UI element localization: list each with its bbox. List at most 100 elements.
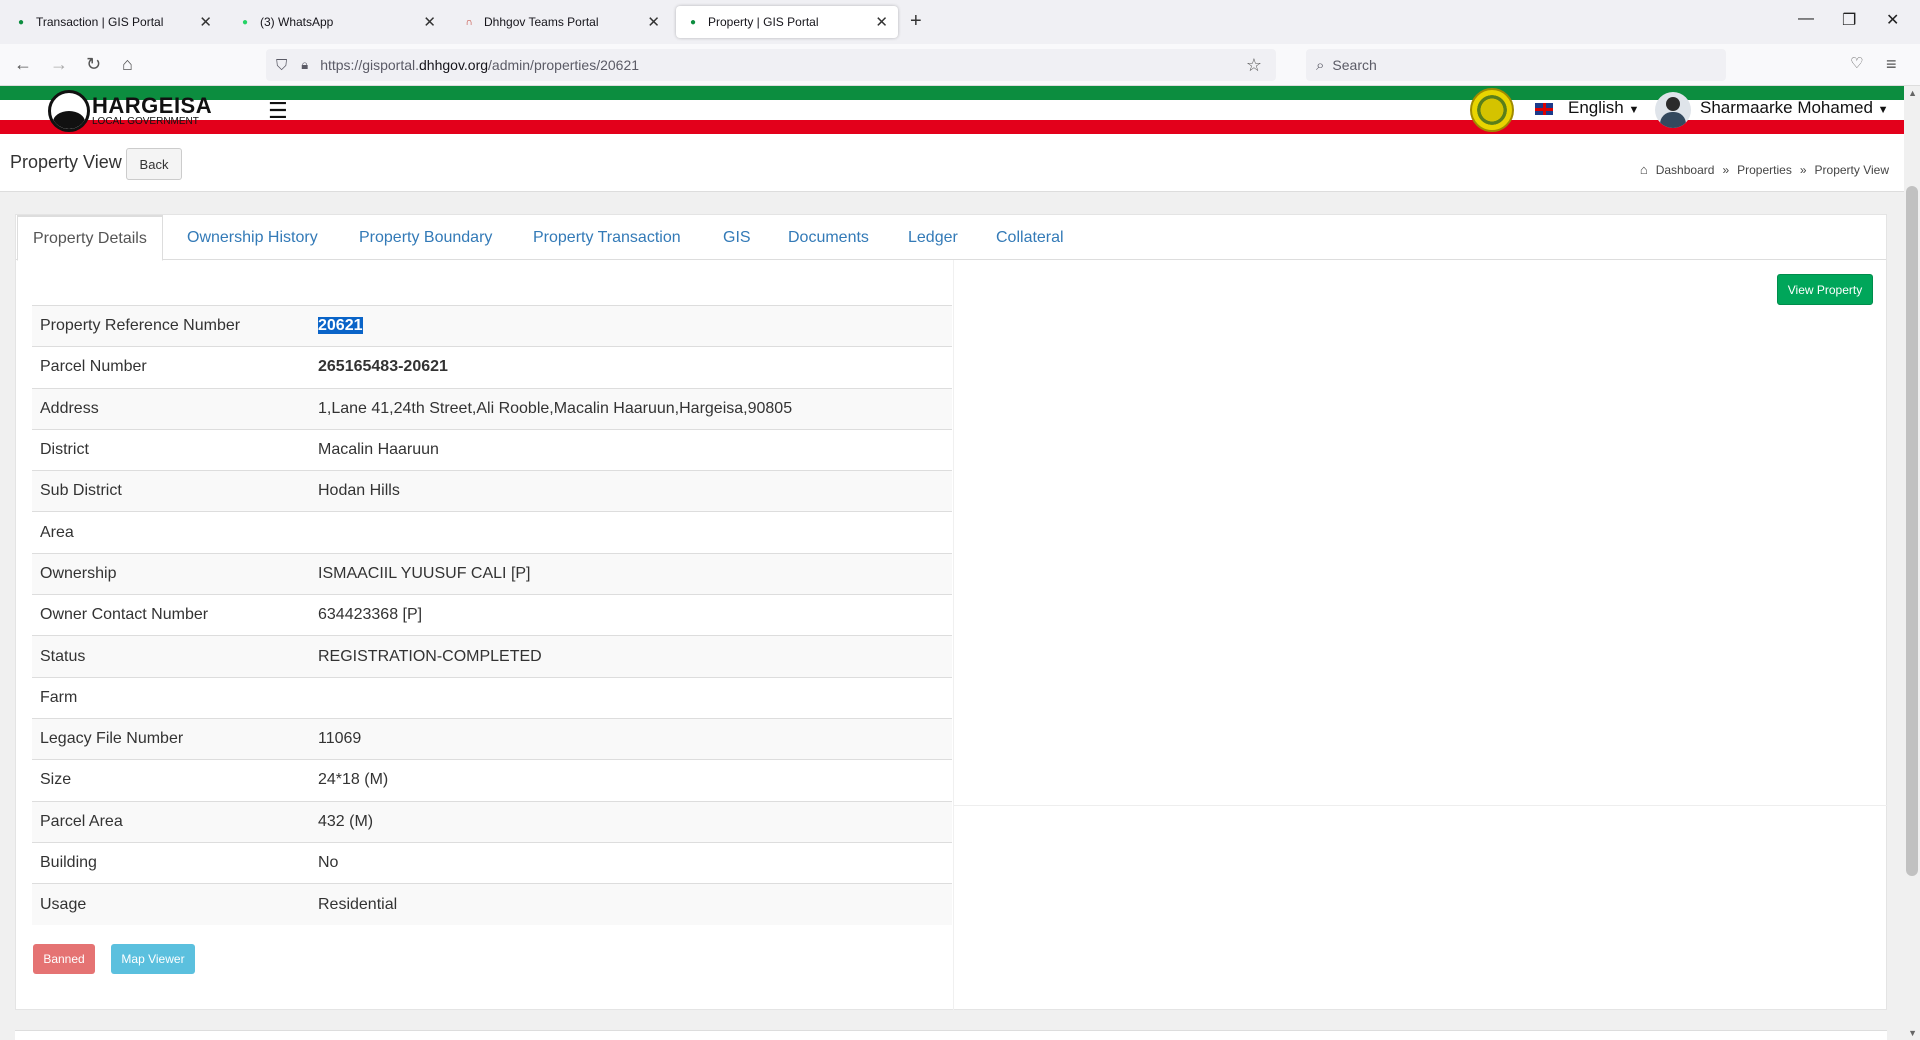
detail-label: Area bbox=[40, 523, 74, 541]
property-tabs: Property Details Ownership History Prope… bbox=[16, 215, 1886, 261]
page-title-bar: Property View Back ⌂ Dashboard » Propert… bbox=[0, 134, 1904, 192]
detail-label: Status bbox=[40, 647, 86, 665]
detail-label: Property Reference Number bbox=[40, 317, 241, 335]
detail-label: Parcel Number bbox=[40, 358, 147, 376]
back-arrow-icon[interactable]: ← bbox=[14, 54, 32, 75]
property-card: Property Details Ownership History Prope… bbox=[15, 214, 1888, 1010]
detail-label: Parcel Area bbox=[40, 812, 123, 830]
detail-value: Hodan Hills bbox=[318, 482, 400, 500]
user-menu-dropdown[interactable]: Sharmaarke Mohamed ▼ bbox=[1700, 98, 1889, 118]
logo-title: HARGEISA bbox=[92, 93, 213, 118]
browser-tab-bar: ● Transaction | GIS Portal ✕ ● (3) Whats… bbox=[0, 0, 1920, 44]
detail-value: 1,Lane 41,24th Street,Ali Rooble,Macalin… bbox=[318, 399, 793, 417]
tab-property-transaction[interactable]: Property Transaction bbox=[518, 215, 696, 261]
government-seal-icon bbox=[1470, 88, 1514, 132]
breadcrumb-property-view: Property View bbox=[1814, 162, 1889, 177]
detail-label: District bbox=[40, 441, 89, 459]
browser-tab-title: Dhhgov Teams Portal bbox=[484, 15, 599, 29]
breadcrumb-separator: » bbox=[1722, 162, 1730, 177]
detail-value: No bbox=[318, 854, 339, 871]
browser-tab-teams[interactable]: ∩ Dhhgov Teams Portal ✕ bbox=[452, 6, 670, 38]
breadcrumb-dashboard[interactable]: Dashboard bbox=[1656, 163, 1715, 177]
detail-value bbox=[310, 512, 952, 553]
tab-property-details[interactable]: Property Details bbox=[17, 215, 163, 261]
pocket-icon[interactable]: ♡ bbox=[1850, 54, 1863, 72]
tab-collateral[interactable]: Collateral bbox=[981, 215, 1079, 261]
caret-down-icon: ▼ bbox=[1628, 104, 1640, 116]
lock-icon[interactable]: 🔒︎ bbox=[301, 57, 308, 73]
caret-down-icon: ▼ bbox=[1877, 104, 1889, 116]
bookmark-star-icon[interactable]: ☆ bbox=[1246, 55, 1262, 76]
address-bar[interactable]: ⛉ 🔒︎ https://gisportal.dhhgov.org/admin/… bbox=[266, 49, 1276, 81]
banned-button[interactable]: Banned bbox=[33, 944, 95, 974]
detail-value: ISMAACIIL YUUSUF CALI [P] bbox=[318, 564, 531, 582]
selected-reference-number: 20621 bbox=[318, 317, 363, 335]
detail-row: District Macalin Haaruun bbox=[32, 429, 952, 470]
browser-nav-bar: ← → ↻ ⌂ ⛉ 🔒︎ https://gisportal.dhhgov.or… bbox=[0, 44, 1920, 86]
back-button[interactable]: Back bbox=[126, 148, 182, 180]
detail-value: 24*18 (M) bbox=[318, 771, 389, 789]
browser-tab-transaction[interactable]: ● Transaction | GIS Portal ✕ bbox=[4, 6, 222, 38]
detail-value: REGISTRATION-COMPLETED bbox=[318, 647, 542, 665]
breadcrumb: ⌂ Dashboard » Properties » Property View bbox=[1640, 162, 1889, 177]
new-tab-icon[interactable]: + bbox=[910, 10, 922, 33]
tab-property-boundary[interactable]: Property Boundary bbox=[344, 215, 507, 261]
detail-row: Status REGISTRATION-COMPLETED bbox=[32, 635, 952, 678]
detail-row: Owner Contact Number 634423368 [P] bbox=[32, 594, 952, 636]
detail-label: Address bbox=[40, 399, 99, 417]
detail-row: Legacy File Number 11069 bbox=[32, 718, 952, 760]
detail-value: Macalin Haaruun bbox=[318, 441, 439, 459]
browser-search-input[interactable]: ⌕ Search bbox=[1306, 49, 1726, 81]
forward-arrow-icon[interactable]: → bbox=[50, 54, 68, 75]
gis-favicon-icon: ● bbox=[17, 16, 25, 28]
user-avatar[interactable] bbox=[1655, 92, 1691, 128]
detail-row: Size 24*18 (M) bbox=[32, 759, 952, 801]
detail-label: Size bbox=[40, 771, 72, 789]
browser-tab-property[interactable]: ● Property | GIS Portal ✕ bbox=[676, 6, 898, 38]
detail-label: Owner Contact Number bbox=[40, 606, 209, 624]
page-scrollbar[interactable]: ▲ ▼ bbox=[1904, 86, 1920, 1040]
minimize-icon[interactable]: — bbox=[1798, 10, 1814, 28]
scrollbar-thumb[interactable] bbox=[1906, 186, 1918, 876]
detail-value: 265165483-20621 bbox=[318, 358, 448, 376]
detail-value: 11069 bbox=[318, 730, 362, 748]
detail-row: Ownership ISMAACIIL YUUSUF CALI [P] bbox=[32, 553, 952, 595]
detail-row: Building No bbox=[32, 842, 952, 883]
detail-value bbox=[310, 677, 952, 718]
map-viewer-button[interactable]: Map Viewer bbox=[111, 944, 195, 974]
detail-value: 432 (M) bbox=[318, 812, 374, 830]
detail-row: Parcel Number 265165483-20621 bbox=[32, 346, 952, 388]
tab-ownership-history[interactable]: Ownership History bbox=[172, 215, 333, 261]
menu-icon[interactable]: ≡ bbox=[1886, 54, 1897, 75]
headset-icon: ∩ bbox=[465, 16, 473, 28]
breadcrumb-properties[interactable]: Properties bbox=[1737, 163, 1792, 177]
home-icon[interactable]: ⌂ bbox=[122, 54, 133, 75]
hamburger-menu-icon[interactable]: ☰ bbox=[268, 98, 288, 124]
close-tab-icon[interactable]: ✕ bbox=[423, 13, 436, 31]
detail-label: Ownership bbox=[40, 564, 117, 582]
browser-tab-title: Transaction | GIS Portal bbox=[36, 15, 164, 29]
scroll-down-icon[interactable]: ▼ bbox=[1908, 1028, 1917, 1038]
footer bbox=[15, 1030, 1887, 1040]
view-property-button[interactable]: View Property bbox=[1777, 274, 1873, 305]
detail-value: 20621 bbox=[310, 306, 952, 347]
browser-tab-title: (3) WhatsApp bbox=[260, 15, 334, 29]
browser-tab-whatsapp[interactable]: ● (3) WhatsApp ✕ bbox=[228, 6, 446, 38]
detail-row: Address 1,Lane 41,24th Street,Ali Rooble,… bbox=[32, 388, 952, 430]
restore-icon[interactable]: ❐ bbox=[1842, 10, 1856, 30]
hargeisa-logo[interactable]: HARGEISA LOCAL GOVERNMENT bbox=[48, 90, 212, 132]
detail-row: Usage Residential bbox=[32, 883, 952, 925]
close-tab-icon[interactable]: ✕ bbox=[647, 13, 660, 31]
language-dropdown[interactable]: English ▼ bbox=[1568, 98, 1639, 118]
tab-documents[interactable]: Documents bbox=[773, 215, 884, 261]
shield-icon[interactable]: ⛉ bbox=[276, 57, 287, 74]
close-tab-icon[interactable]: ✕ bbox=[199, 13, 212, 31]
tab-ledger[interactable]: Ledger bbox=[893, 215, 973, 261]
reload-icon[interactable]: ↻ bbox=[86, 54, 101, 75]
page-title: Property View bbox=[10, 152, 122, 172]
tab-gis[interactable]: GIS bbox=[708, 215, 766, 261]
close-tab-icon[interactable]: ✕ bbox=[875, 13, 888, 31]
scroll-up-icon[interactable]: ▲ bbox=[1908, 88, 1917, 98]
app-header: HARGEISA LOCAL GOVERNMENT ☰ English ▼ Sh… bbox=[0, 86, 1904, 134]
window-close-icon[interactable]: ✕ bbox=[1886, 10, 1899, 30]
